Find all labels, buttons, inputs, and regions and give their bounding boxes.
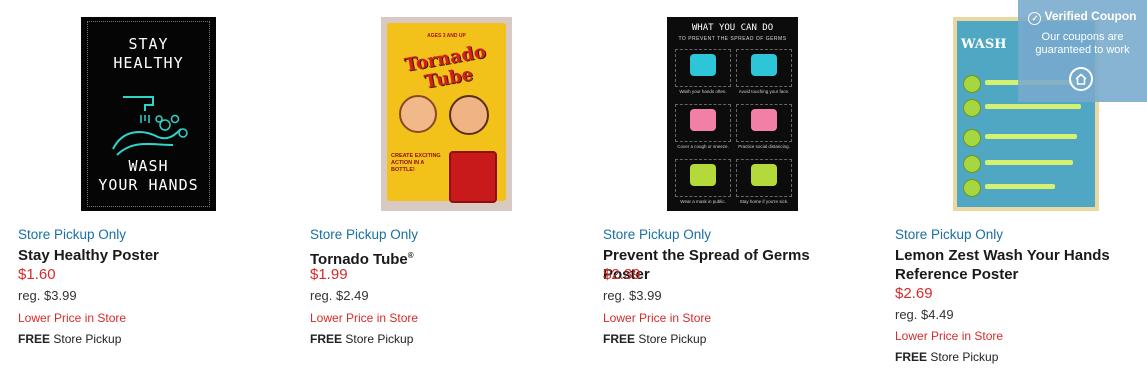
coupon-title-text: Verified Coupon	[1044, 9, 1137, 23]
verified-coupon-badge[interactable]: ✓ Verified Coupon Our coupons are guarant…	[1018, 0, 1147, 102]
home-icon[interactable]	[1069, 67, 1093, 91]
package-age-text: AGES 3 AND UP	[427, 33, 466, 39]
regular-price: reg. $2.49	[310, 288, 369, 303]
poster-text: WASH	[128, 157, 169, 175]
mask-icon	[690, 164, 716, 186]
poster-tile: Wear a mask in public.	[675, 159, 731, 204]
free-label: FREE	[895, 350, 928, 364]
registered-mark: ®	[407, 251, 414, 260]
step-icon	[963, 179, 981, 197]
package-tagline: CREATE EXCITING ACTION IN A BOTTLE!	[391, 153, 441, 173]
regular-price: reg. $3.99	[603, 288, 662, 303]
tile-caption: Wear a mask in public.	[680, 199, 726, 204]
coupon-description: Our coupons are guaranteed to work	[1035, 31, 1130, 56]
tile-caption: Avoid touching your face.	[738, 89, 790, 94]
poster-tile: Cover a cough or sneeze.	[675, 104, 731, 149]
sale-price: $2.69	[895, 285, 933, 302]
poster-header: WASH	[961, 37, 1007, 52]
tile-caption: Wash your hands often.	[679, 89, 727, 94]
free-pickup-text: Store Pickup	[345, 332, 414, 346]
distance-icon	[751, 109, 777, 131]
product-title-text[interactable]: Lemon Zest Wash Your Hands Reference Pos…	[895, 247, 1110, 283]
free-pickup-text: Store Pickup	[53, 332, 122, 346]
free-pickup-note: FREE Store Pickup	[603, 332, 706, 346]
poster-text: STAY	[128, 35, 169, 53]
product-image[interactable]: STAY HEALTHY WASH YOUR HANDS	[81, 17, 216, 211]
lower-price-note: Lower Price in Store	[603, 311, 712, 325]
tile-caption: Practice social distancing.	[738, 144, 790, 149]
poster-tile: Wash your hands often.	[675, 49, 731, 94]
poster-tile: Practice social distancing.	[736, 104, 792, 149]
tile-caption: Cover a cough or sneeze.	[677, 144, 729, 149]
free-label: FREE	[603, 332, 636, 346]
poster-step	[963, 153, 1083, 173]
handwash-icon	[112, 96, 188, 156]
lower-price-note: Lower Price in Store	[310, 311, 419, 325]
coupon-title: ✓ Verified Coupon	[1018, 9, 1147, 25]
face-icon	[751, 54, 777, 76]
step-text-block	[985, 160, 1073, 165]
handwash-icon	[690, 54, 716, 76]
product-title-text[interactable]: Stay Healthy Poster	[18, 247, 159, 264]
step-icon	[963, 75, 981, 93]
free-label: FREE	[18, 332, 51, 346]
poster-text: HEALTHY	[113, 54, 184, 72]
product-image[interactable]: WHAT YOU CAN DO TO PREVENT THE SPREAD OF…	[667, 17, 798, 211]
step-icon	[963, 99, 981, 117]
lower-price-note: Lower Price in Store	[18, 311, 127, 325]
poster-tile: Stay home if you're sick.	[736, 159, 792, 204]
free-label: FREE	[310, 332, 343, 346]
regular-price: reg. $4.49	[895, 307, 954, 322]
poster-header: WHAT YOU CAN DO	[691, 23, 774, 33]
poster-tile: Avoid touching your face.	[736, 49, 792, 94]
free-pickup-text: Store Pickup	[930, 350, 999, 364]
product-image-link[interactable]: STAY HEALTHY WASH YOUR HANDS	[18, 17, 288, 211]
free-pickup-note: FREE Store Pickup	[895, 350, 998, 364]
step-text-block	[985, 104, 1081, 109]
product-grid: STAY HEALTHY WASH YOUR HANDS Store Picku…	[0, 0, 1147, 377]
store-pickup-label[interactable]: Store Pickup Only	[18, 227, 126, 242]
sale-price: $2.39	[603, 266, 641, 283]
product-title[interactable]: Lemon Zest Wash Your Hands Reference Pos…	[895, 246, 1135, 284]
poster-text: YOUR HANDS	[98, 176, 199, 194]
product-title[interactable]: Stay Healthy Poster	[18, 246, 258, 265]
product-image-link[interactable]: WHAT YOU CAN DO TO PREVENT THE SPREAD OF…	[603, 17, 873, 211]
step-icon	[963, 155, 981, 173]
poster-step	[963, 127, 1083, 147]
sale-price: $1.99	[310, 266, 348, 283]
step-text-block	[985, 184, 1055, 189]
sale-price: $1.60	[18, 266, 56, 283]
step-text-block	[985, 134, 1077, 139]
store-pickup-label[interactable]: Store Pickup Only	[895, 227, 1003, 242]
regular-price: reg. $3.99	[18, 288, 77, 303]
step-icon	[963, 129, 981, 147]
product-image-link[interactable]: AGES 3 AND UP Tornado Tube CREATE EXCITI…	[310, 17, 580, 211]
free-pickup-note: FREE Store Pickup	[310, 332, 413, 346]
sneeze-icon	[690, 109, 716, 131]
store-pickup-label[interactable]: Store Pickup Only	[603, 227, 711, 242]
tube-connector	[449, 151, 497, 203]
free-pickup-text: Store Pickup	[638, 332, 707, 346]
child-illustration	[449, 95, 489, 135]
product-image[interactable]: AGES 3 AND UP Tornado Tube CREATE EXCITI…	[381, 17, 512, 211]
poster-subheader: TO PREVENT THE SPREAD OF GERMS	[678, 36, 787, 42]
poster-step	[963, 177, 1083, 197]
lower-price-note: Lower Price in Store	[895, 329, 1004, 343]
package-logo: Tornado Tube	[392, 40, 501, 97]
tile-caption: Stay home if you're sick.	[739, 199, 789, 204]
house-icon	[751, 164, 777, 186]
child-illustration	[399, 95, 437, 133]
free-pickup-note: FREE Store Pickup	[18, 332, 121, 346]
package-card: AGES 3 AND UP Tornado Tube CREATE EXCITI…	[387, 23, 506, 203]
store-pickup-label[interactable]: Store Pickup Only	[310, 227, 418, 242]
check-circle-icon: ✓	[1028, 12, 1042, 25]
